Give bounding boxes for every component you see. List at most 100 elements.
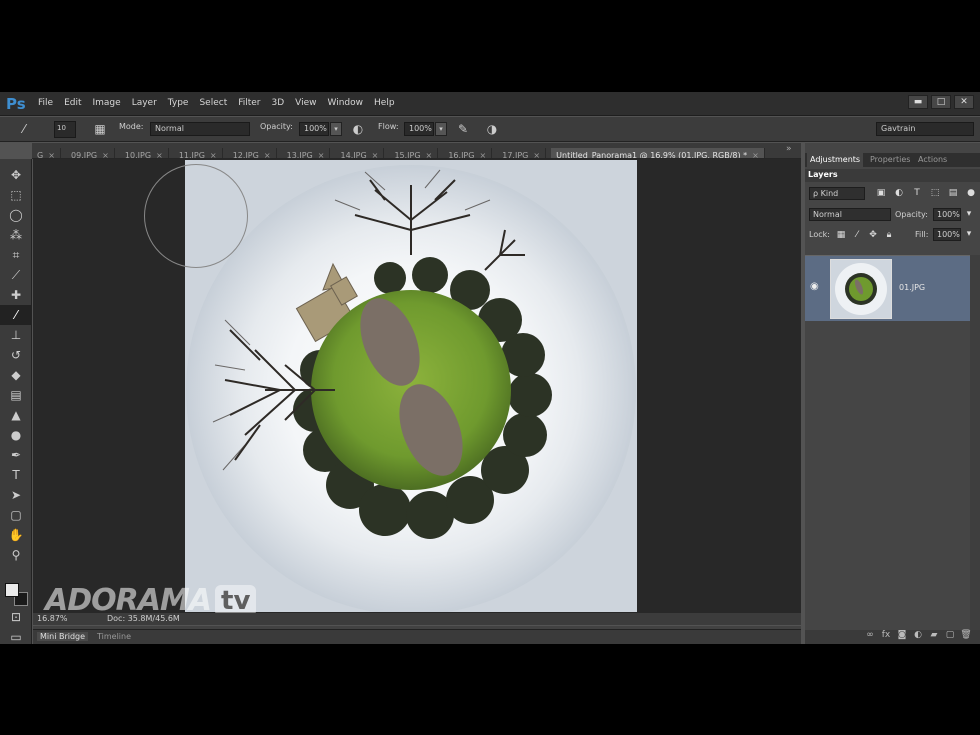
- tab-item[interactable]: 14.JPG ×: [336, 148, 385, 158]
- menu-layer[interactable]: Layer: [132, 98, 157, 108]
- tab-item[interactable]: 17.JPG ×: [497, 148, 547, 158]
- screen-mode-icon[interactable]: ▭: [0, 627, 32, 644]
- delete-layer-icon[interactable]: 🗑︎: [960, 630, 972, 644]
- maximize-button[interactable]: □: [931, 95, 951, 109]
- close-button[interactable]: ✕: [954, 95, 974, 109]
- adjustment-layer-icon[interactable]: ◐: [912, 630, 924, 644]
- fill-input[interactable]: 100%: [933, 228, 961, 241]
- flow-input[interactable]: 100%: [404, 122, 434, 136]
- tab-actions[interactable]: Actions: [918, 155, 947, 164]
- filter-adjustment-icon[interactable]: ◐: [893, 187, 905, 199]
- hand-icon[interactable]: ✋: [0, 525, 32, 545]
- tab-item[interactable]: 09.JPG ×: [66, 148, 115, 158]
- lasso-icon[interactable]: ◯: [0, 205, 32, 225]
- tab-item[interactable]: G ×: [32, 148, 61, 158]
- layer-style-icon[interactable]: fx: [880, 630, 892, 644]
- blend-mode-dropdown[interactable]: Normal: [809, 208, 891, 221]
- menu-file[interactable]: File: [38, 98, 53, 108]
- quick-mask-icon[interactable]: ⊡: [0, 607, 32, 627]
- tab-close-icon[interactable]: ×: [426, 151, 433, 158]
- filter-pixel-icon[interactable]: ▣: [875, 187, 887, 199]
- workspace-dropdown[interactable]: Gavtrain: [876, 122, 974, 136]
- link-layers-icon[interactable]: ∞: [864, 630, 876, 644]
- menu-help[interactable]: Help: [374, 98, 395, 108]
- shape-icon[interactable]: ▢: [0, 505, 32, 525]
- menu-window[interactable]: Window: [328, 98, 364, 108]
- blur-icon[interactable]: ▲: [0, 405, 32, 425]
- menu-edit[interactable]: Edit: [64, 98, 81, 108]
- tab-item[interactable]: 11.JPG ×: [174, 148, 223, 158]
- tab-item[interactable]: 13.JPG ×: [282, 148, 331, 158]
- tab-close-icon[interactable]: ×: [48, 151, 55, 158]
- tab-timeline[interactable]: Timeline: [97, 632, 131, 641]
- filter-shape-icon[interactable]: ⬚: [929, 187, 941, 199]
- tab-adjustments[interactable]: Adjustments: [807, 153, 864, 167]
- layer-thumbnail[interactable]: [830, 259, 892, 319]
- mode-dropdown[interactable]: Normal: [150, 122, 250, 136]
- pen-icon[interactable]: ✒: [0, 445, 32, 465]
- clone-stamp-icon[interactable]: ⊥: [0, 325, 32, 345]
- tab-close-icon[interactable]: ×: [372, 151, 379, 158]
- lock-position-icon[interactable]: ✥: [867, 229, 879, 241]
- brush-size-picker[interactable]: 10: [54, 121, 76, 138]
- tab-close-icon[interactable]: ×: [533, 151, 540, 158]
- tab-close-icon[interactable]: ×: [264, 151, 271, 158]
- tab-close-icon[interactable]: ×: [479, 151, 486, 158]
- flow-arrow-button[interactable]: ▾: [435, 122, 447, 136]
- lock-paint-icon[interactable]: ⁄: [851, 229, 863, 241]
- quick-select-icon[interactable]: ⁂: [0, 225, 32, 245]
- layers-scrollbar[interactable]: [970, 255, 980, 630]
- layer-name[interactable]: 01.JPG: [899, 283, 925, 292]
- layer-row[interactable]: ◉ 01.JPG: [805, 255, 970, 321]
- zoom-level[interactable]: 16.87%: [37, 614, 68, 623]
- tab-close-icon[interactable]: ×: [318, 151, 325, 158]
- tab-item[interactable]: 15.JPG ×: [389, 148, 439, 158]
- menu-type[interactable]: Type: [168, 98, 189, 108]
- opacity-arrow-button[interactable]: ▾: [330, 122, 342, 136]
- eraser-icon[interactable]: ◆: [0, 365, 32, 385]
- eyedropper-icon[interactable]: ⟋: [0, 265, 32, 285]
- filter-type-icon[interactable]: T: [911, 187, 923, 199]
- tab-item[interactable]: 16.JPG ×: [443, 148, 493, 158]
- pressure-size-icon[interactable]: ◑: [484, 121, 500, 137]
- lock-all-icon[interactable]: 🔒︎: [883, 229, 895, 241]
- fill-arrow-icon[interactable]: ▾: [963, 228, 975, 240]
- tab-close-icon[interactable]: ×: [102, 151, 109, 158]
- tab-item[interactable]: 10.JPG ×: [120, 148, 169, 158]
- opacity-arrow-icon[interactable]: ▾: [963, 208, 975, 220]
- gradient-icon[interactable]: ▤: [0, 385, 32, 405]
- document-image[interactable]: [185, 160, 637, 612]
- crop-icon[interactable]: ⌗: [0, 245, 32, 265]
- new-group-icon[interactable]: ▰: [928, 630, 940, 644]
- pressure-opacity-icon[interactable]: ◐: [350, 121, 366, 137]
- tab-close-icon[interactable]: ×: [752, 151, 759, 158]
- tab-layers[interactable]: Layers: [808, 170, 838, 179]
- minimize-button[interactable]: ▬: [908, 95, 928, 109]
- color-swatches[interactable]: [5, 583, 29, 609]
- airbrush-icon[interactable]: ✎: [455, 121, 471, 137]
- canvas-area[interactable]: [33, 159, 801, 613]
- menu-select[interactable]: Select: [199, 98, 227, 108]
- path-select-icon[interactable]: ➤: [0, 485, 32, 505]
- healing-icon[interactable]: ✚: [0, 285, 32, 305]
- move-icon[interactable]: ✥: [0, 165, 32, 185]
- new-layer-icon[interactable]: ▢: [944, 630, 956, 644]
- menu-3d[interactable]: 3D: [272, 98, 285, 108]
- foreground-color-swatch[interactable]: [5, 583, 19, 597]
- add-mask-icon[interactable]: ◙: [896, 630, 908, 644]
- brush-icon[interactable]: ⁄: [0, 305, 32, 325]
- tab-close-icon[interactable]: ×: [156, 151, 163, 158]
- menu-filter[interactable]: Filter: [238, 98, 260, 108]
- history-brush-icon[interactable]: ↺: [0, 345, 32, 365]
- tab-properties[interactable]: Properties: [870, 155, 910, 164]
- filter-smart-icon[interactable]: ▤: [947, 187, 959, 199]
- layer-opacity-input[interactable]: 100%: [933, 208, 961, 221]
- tab-close-icon[interactable]: ×: [210, 151, 217, 158]
- menu-view[interactable]: View: [295, 98, 316, 108]
- opacity-input[interactable]: 100%: [299, 122, 329, 136]
- lock-pixels-icon[interactable]: ▦: [835, 229, 847, 241]
- filter-toggle-icon[interactable]: ●: [965, 187, 977, 199]
- tab-mini-bridge[interactable]: Mini Bridge: [37, 632, 89, 641]
- tab-overflow-icon[interactable]: »: [786, 144, 792, 154]
- type-icon[interactable]: T: [0, 465, 32, 485]
